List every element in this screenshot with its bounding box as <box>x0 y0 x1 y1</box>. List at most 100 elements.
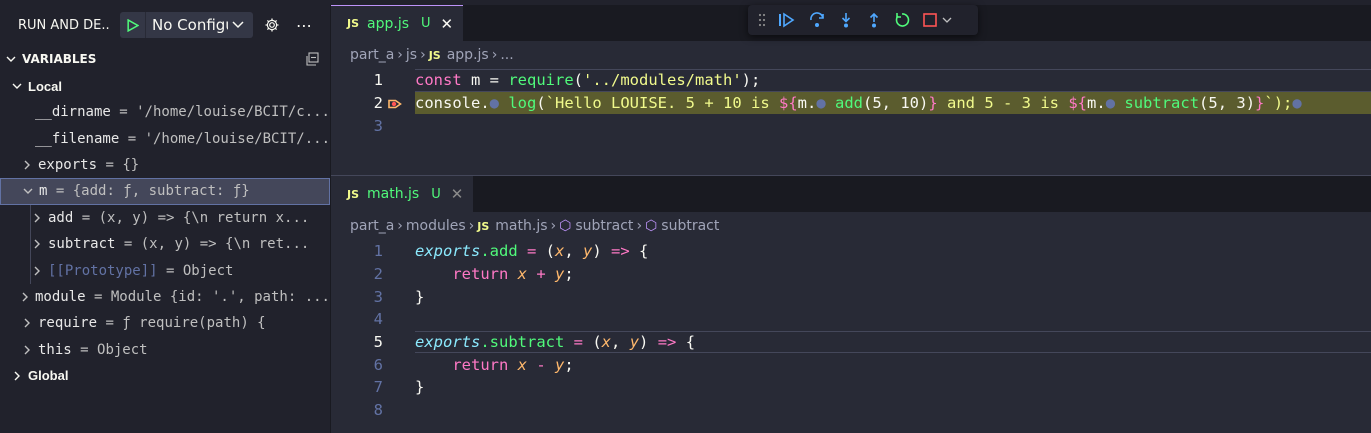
sidebar-title: RUN AND DE... <box>18 17 111 33</box>
variable-row[interactable]: add = (x, y) => {\n return x... <box>0 204 330 231</box>
code-line[interactable]: 1 const m = require('../modules/math'); <box>331 69 1371 92</box>
code-text: exports.add = (x, y) => { <box>415 242 649 261</box>
restart-icon[interactable] <box>894 12 910 28</box>
variable-name: __filename <box>34 130 120 147</box>
variable-name: this <box>38 341 72 358</box>
scope-local[interactable]: Local <box>0 73 330 99</box>
step-out-icon[interactable] <box>866 12 882 28</box>
chevron-right-icon[interactable] <box>20 160 34 170</box>
step-over-icon[interactable] <box>808 12 826 28</box>
close-icon[interactable]: ✕ <box>451 185 464 203</box>
gutter[interactable] <box>383 399 415 422</box>
gutter[interactable] <box>383 285 415 308</box>
line-number: 5 <box>373 333 383 352</box>
launch-config-select[interactable]: No Configu <box>120 12 253 38</box>
javascript-file-icon: JS <box>347 17 360 30</box>
variable-row[interactable]: __filename = '/home/louise/BCIT/... <box>0 125 330 151</box>
sidebar-header: RUN AND DE... No Configu ⋯ <box>0 5 330 45</box>
line-number: 4 <box>373 310 383 329</box>
variable-row[interactable]: __dirname = '/home/louise/BCIT/c... <box>0 99 330 125</box>
breadcrumb-item[interactable]: js <box>406 47 417 63</box>
gutter[interactable] <box>383 263 415 286</box>
chevron-down-icon[interactable] <box>228 21 248 29</box>
code-line[interactable]: 8 <box>331 399 1371 422</box>
variable-row[interactable]: this = Object <box>0 337 330 363</box>
code-line[interactable]: 6 return x - y; <box>331 353 1371 376</box>
chevron-right-icon[interactable] <box>30 239 44 249</box>
gutter[interactable] <box>383 308 415 331</box>
chevron-right-icon[interactable] <box>20 292 31 302</box>
chevron-down-icon[interactable] <box>21 188 35 195</box>
code-line[interactable]: 1 exports.add = (x, y) => { <box>331 240 1371 263</box>
variable-value: {add: ƒ, subtract: ƒ} <box>72 183 250 200</box>
variable-name: [[Prototype]] <box>48 262 158 279</box>
code-line[interactable]: 7 } <box>331 376 1371 399</box>
chevron-right-icon: › <box>397 47 403 63</box>
variable-row[interactable]: module = Module {id: '.', path: ... <box>0 284 330 310</box>
gutter[interactable] <box>383 331 415 354</box>
variable-row[interactable]: m = {add: ƒ, subtract: ƒ} <box>0 178 330 205</box>
chevron-right-icon[interactable] <box>30 266 44 276</box>
chevron-right-icon[interactable] <box>30 213 44 223</box>
gutter[interactable] <box>383 92 415 115</box>
code-line[interactable]: 5 exports.subtract = (x, y) => { <box>331 330 1371 354</box>
gutter[interactable] <box>383 69 415 92</box>
gutter[interactable] <box>383 353 415 376</box>
breadcrumb-item[interactable]: modules <box>406 218 466 234</box>
breadcrumb-item[interactable]: subtract <box>575 218 633 234</box>
breadcrumb: part_a › js › JS app.js › ... <box>331 41 1371 69</box>
variable-name: __dirname <box>34 104 111 121</box>
code-line[interactable]: 3 <box>331 114 1371 137</box>
variable-value: '/home/louise/BCIT/... <box>144 130 330 147</box>
stop-icon[interactable] <box>922 12 952 28</box>
indent-guide <box>30 204 31 231</box>
breadcrumb-item[interactable]: part_a <box>350 218 394 234</box>
line-number: 3 <box>373 287 383 306</box>
variable-row[interactable]: require = ƒ require(path) { <box>0 310 330 336</box>
gutter[interactable] <box>383 240 415 263</box>
gutter[interactable] <box>383 376 415 399</box>
chevron-down-icon[interactable] <box>942 17 952 24</box>
launch-config-name[interactable]: No Configu <box>146 16 228 34</box>
chevron-right-icon[interactable] <box>20 345 34 355</box>
chevron-right-icon[interactable] <box>20 318 34 328</box>
variable-separator: = <box>71 341 98 358</box>
variable-row[interactable]: exports = {} <box>0 152 330 178</box>
drag-handle-icon[interactable] <box>758 13 766 27</box>
line-number: 1 <box>373 242 383 261</box>
breakpoint-paused-icon[interactable] <box>388 97 402 111</box>
gear-icon[interactable] <box>259 12 285 38</box>
close-icon[interactable]: ✕ <box>441 15 454 33</box>
code-line[interactable]: 2 return x + y; <box>331 263 1371 286</box>
continue-icon[interactable] <box>778 12 796 28</box>
tab-math-js[interactable]: JS math.js U ✕ <box>331 176 474 212</box>
gutter[interactable] <box>383 114 415 137</box>
line-number: 7 <box>373 378 383 397</box>
step-into-icon[interactable] <box>838 12 854 28</box>
breadcrumb-item[interactable]: math.js <box>495 218 547 234</box>
code-line[interactable]: 3 } <box>331 285 1371 308</box>
breadcrumb-item[interactable]: ... <box>500 47 513 63</box>
code-line[interactable]: 4 <box>331 308 1371 331</box>
chevron-right-icon[interactable] <box>10 371 24 381</box>
scope-global[interactable]: Global <box>0 363 330 389</box>
variables-tree: Local __dirname = '/home/louise/BCIT/c..… <box>0 73 330 389</box>
code-line-paused[interactable]: 2 console.● log(`Hello LOUISE. 5 + 10 is… <box>331 91 1371 115</box>
variable-row[interactable]: subtract = (x, y) => {\n ret... <box>0 230 330 258</box>
code-text: } <box>415 378 425 397</box>
chevron-down-icon[interactable] <box>4 56 18 63</box>
breadcrumb-item[interactable]: subtract <box>661 218 719 234</box>
collapse-all-icon[interactable] <box>304 51 320 70</box>
variables-section-header[interactable]: VARIABLES <box>0 45 330 73</box>
variable-row[interactable]: [[Prototype]] = Object <box>0 257 330 284</box>
tab-app-js[interactable]: JS app.js U ✕ <box>331 5 464 41</box>
chevron-down-icon[interactable] <box>10 83 24 90</box>
variable-value: (x, y) => {\n return x... <box>98 209 310 226</box>
more-actions-icon[interactable]: ⋯ <box>291 12 317 38</box>
breadcrumb-item[interactable]: part_a <box>350 47 394 63</box>
breadcrumb-item[interactable]: app.js <box>447 47 489 63</box>
code-editor-math[interactable]: 1 exports.add = (x, y) => { 2 return x +… <box>331 240 1371 422</box>
variable-separator: = <box>73 209 99 226</box>
start-debugging-icon[interactable] <box>120 12 146 38</box>
code-editor-app[interactable]: 1 const m = require('../modules/math'); … <box>331 69 1371 137</box>
